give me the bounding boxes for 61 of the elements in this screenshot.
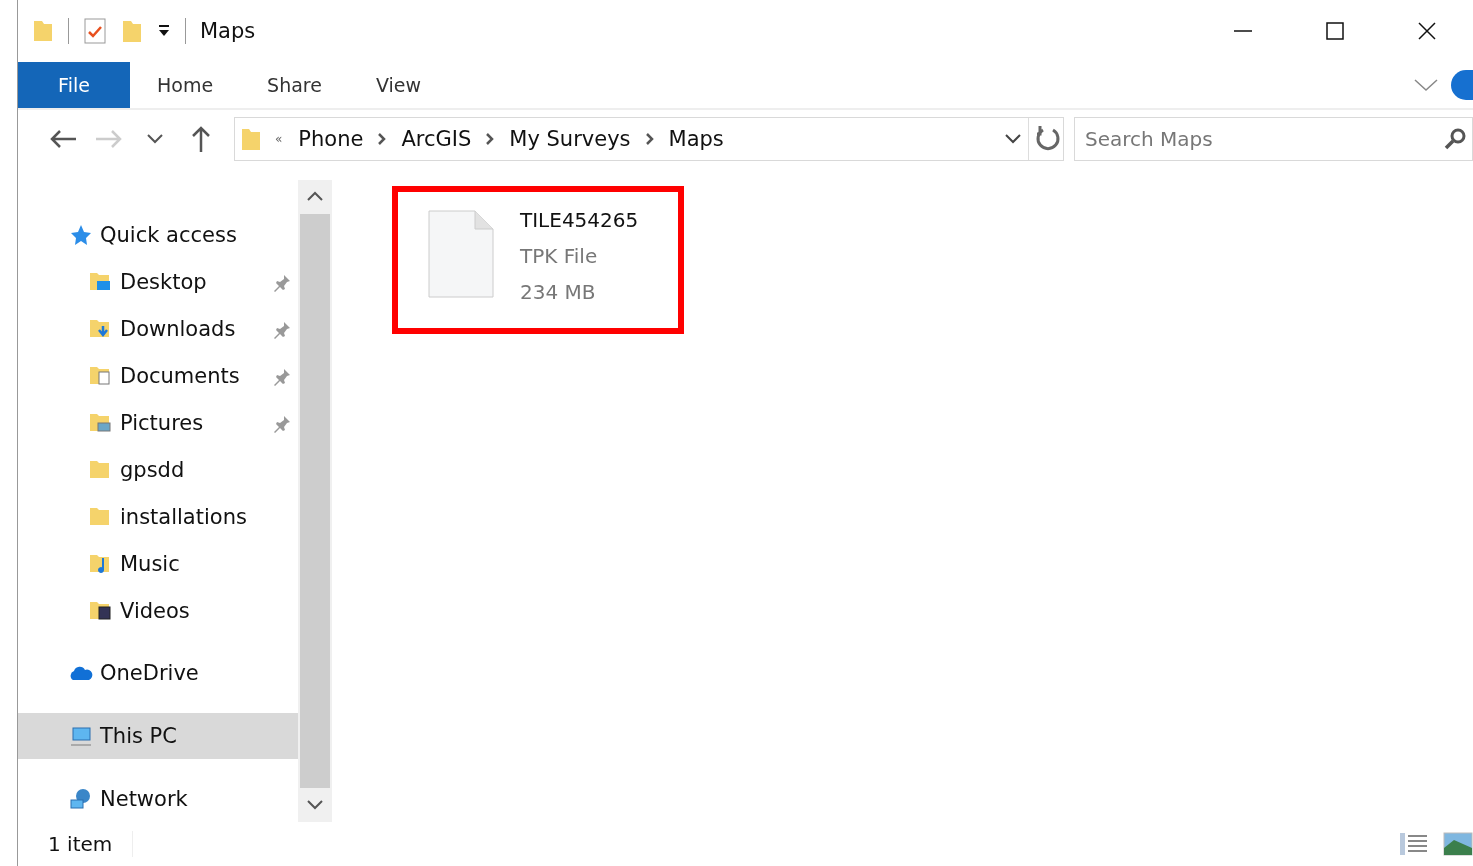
sidebar-item-label: This PC — [100, 723, 177, 748]
sidebar-item[interactable]: installations — [18, 493, 298, 541]
overflow-marker[interactable]: « — [261, 132, 293, 146]
scrollbar[interactable] — [298, 180, 332, 822]
maximize-icon — [1326, 22, 1344, 40]
sidebar-item-label: Music — [120, 551, 180, 576]
sidebar-item[interactable]: gpsdd — [18, 446, 298, 494]
sidebar-item-label: OneDrive — [100, 661, 199, 686]
sidebar-item[interactable]: Pictures — [18, 399, 298, 447]
ribbon-tab[interactable]: File — [18, 62, 130, 108]
dropdown-icon[interactable] — [157, 24, 171, 38]
minimize-icon — [1234, 30, 1252, 32]
checklist-icon[interactable] — [83, 17, 107, 45]
close-icon — [1418, 22, 1436, 40]
sidebar-item[interactable]: Desktop — [18, 258, 298, 306]
sidebar-item-label: Quick access — [100, 223, 237, 248]
address-bar[interactable]: « Phone ArcGIS My Surveys Maps — [234, 117, 1064, 161]
pin-icon[interactable] — [272, 413, 292, 434]
pin-icon[interactable] — [272, 319, 292, 340]
sidebar-item[interactable]: This PC — [18, 712, 298, 760]
window-title: Maps — [200, 19, 256, 43]
back-arrow-icon — [50, 129, 76, 149]
search-icon[interactable] — [1443, 127, 1467, 151]
expand-ribbon-icon[interactable] — [1413, 77, 1439, 93]
file-item[interactable]: TILE454265 TPK File 234 MB — [392, 186, 684, 334]
forward-arrow-icon — [96, 129, 122, 149]
up-arrow-icon — [191, 126, 211, 152]
sidebar-item[interactable]: Network — [18, 775, 298, 822]
breadcrumb[interactable]: ArcGIS — [395, 127, 478, 151]
chevron-icon[interactable] — [485, 132, 496, 146]
sidebar-item[interactable]: Downloads — [18, 305, 298, 353]
sidebar-item-label: gpsdd — [120, 458, 185, 483]
pin-icon[interactable] — [272, 366, 292, 387]
file-size: 234 MB — [520, 279, 597, 306]
sidebar-item[interactable]: Documents — [18, 352, 298, 400]
breadcrumb[interactable]: Maps — [662, 127, 730, 151]
sidebar-item-label: installations — [120, 505, 247, 529]
file-icon — [428, 210, 494, 298]
sidebar-item[interactable]: Music — [18, 540, 298, 588]
pin-icon[interactable] — [272, 272, 292, 293]
chevron-icon[interactable] — [644, 132, 655, 146]
sidebar-item[interactable]: Quick access — [18, 212, 298, 259]
sidebar-item[interactable]: OneDrive — [18, 649, 298, 697]
sidebar-item-label: Videos — [120, 598, 190, 623]
search-field[interactable]: Search Maps — [1074, 117, 1473, 161]
sidebar-item-label: Pictures — [120, 411, 204, 436]
file-name: TILE454265 — [520, 207, 639, 234]
folder-icon — [241, 126, 261, 152]
sidebar-item[interactable]: Videos — [18, 587, 298, 635]
breadcrumb[interactable]: My Surveys — [503, 127, 637, 151]
sidebar-item-label: Desktop — [120, 270, 207, 295]
sidebar-item-label: Downloads — [120, 317, 236, 342]
sidebar-item-label: Network — [100, 786, 188, 811]
details-view-icon[interactable] — [1399, 832, 1429, 856]
item-count: 1 item — [48, 831, 113, 858]
chevron-icon[interactable] — [377, 132, 388, 146]
large-icons-view-icon[interactable] — [1443, 832, 1473, 856]
file-type: TPK File — [520, 243, 599, 270]
breadcrumb[interactable]: Phone — [292, 127, 370, 151]
sidebar-item-label: Documents — [120, 364, 240, 389]
scrollbar-thumb[interactable] — [300, 214, 330, 788]
